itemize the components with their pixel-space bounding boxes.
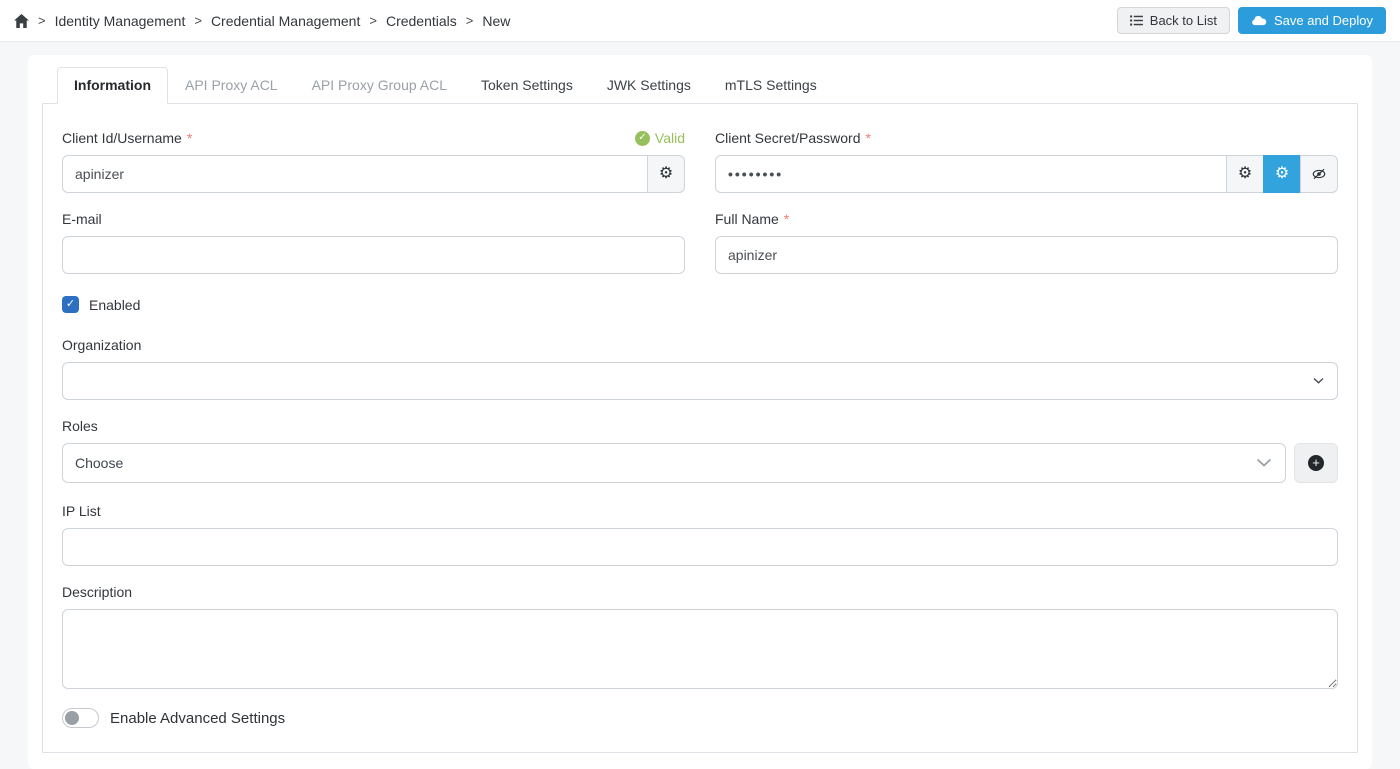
client-secret-input[interactable] <box>715 155 1227 193</box>
organization-label: Organization <box>62 337 142 353</box>
full-name-label: Full Name * <box>715 211 790 227</box>
back-to-list-button[interactable]: Back to List <box>1116 7 1230 34</box>
save-and-deploy-label: Save and Deploy <box>1273 13 1373 28</box>
generate-secret-active-button[interactable]: ⚙ <box>1263 155 1301 193</box>
tab-information[interactable]: Information <box>57 67 168 104</box>
list-icon <box>1129 15 1143 26</box>
tab-api-proxy-group-acl[interactable]: API Proxy Group ACL <box>295 67 464 104</box>
cloud-icon <box>1251 15 1267 26</box>
valid-status-label: Valid <box>654 130 685 146</box>
check-circle-icon: ✓ <box>634 130 650 146</box>
gear-icon: ⚙ <box>658 165 674 182</box>
chevron-down-icon <box>1313 377 1324 385</box>
client-secret-label: Client Secret/Password * <box>715 130 871 146</box>
description-label: Description <box>62 584 133 600</box>
information-tab-panel: Client Id/Username* ✓ Valid ⚙ Client Sec… <box>42 103 1358 753</box>
gear-icon: ⚙ <box>1237 165 1253 182</box>
enabled-checkbox[interactable]: ✓ <box>62 296 79 313</box>
roles-select-placeholder: Choose <box>75 455 124 471</box>
breadcrumb-separator: > <box>194 13 202 28</box>
organization-select[interactable] <box>62 362 1338 400</box>
enable-advanced-settings-label: Enable Advanced Settings <box>110 709 286 727</box>
ip-list-input[interactable] <box>62 528 1338 566</box>
client-id-input[interactable] <box>62 155 648 193</box>
save-and-deploy-button[interactable]: Save and Deploy <box>1237 7 1386 34</box>
breadcrumb-separator: > <box>369 13 377 28</box>
client-id-label: Client Id/Username * <box>62 130 193 146</box>
required-mark: * <box>186 130 193 146</box>
generate-secret-button[interactable]: ⚙ <box>1226 155 1264 193</box>
description-textarea[interactable] <box>62 609 1338 689</box>
breadcrumb-item-new: New <box>482 12 511 29</box>
required-mark: * <box>865 130 871 146</box>
breadcrumb-item-credentials[interactable]: Credentials <box>386 13 457 29</box>
roles-label: Roles <box>62 418 98 434</box>
generate-client-id-button[interactable]: ⚙ <box>647 155 685 193</box>
add-role-button[interactable]: + <box>1294 443 1338 483</box>
eye-slash-icon <box>1311 167 1327 181</box>
required-mark: * <box>783 211 790 227</box>
toggle-knob <box>65 711 79 725</box>
tab-token-settings[interactable]: Token Settings <box>464 67 590 104</box>
tab-jwk-settings[interactable]: JWK Settings <box>590 67 708 104</box>
gear-icon: ⚙ <box>1274 165 1290 182</box>
breadcrumb-separator: > <box>465 13 474 28</box>
topbar-actions: Back to List Save and Deploy <box>1116 7 1386 34</box>
ip-list-label: IP List <box>62 503 101 519</box>
tab-bar: Information API Proxy ACL API Proxy Grou… <box>42 67 1358 104</box>
full-name-input[interactable] <box>715 236 1338 274</box>
breadcrumb-item-identity-management[interactable]: Identity Management <box>55 13 186 29</box>
back-to-list-label: Back to List <box>1149 13 1217 28</box>
tab-api-proxy-acl[interactable]: API Proxy ACL <box>168 67 295 104</box>
topbar: > Identity Management > Credential Manag… <box>0 0 1400 42</box>
client-id-valid-status: ✓ Valid <box>634 130 685 146</box>
breadcrumb-item-credential-management[interactable]: Credential Management <box>211 13 360 29</box>
email-input[interactable] <box>62 236 685 274</box>
chevron-down-icon <box>1256 458 1272 468</box>
breadcrumb-separator: > <box>38 13 46 28</box>
content-card: Information API Proxy ACL API Proxy Grou… <box>28 55 1372 769</box>
tab-mtls-settings[interactable]: mTLS Settings <box>708 67 834 104</box>
roles-select[interactable]: Choose <box>62 443 1286 483</box>
home-icon[interactable] <box>14 13 29 28</box>
plus-icon: + <box>1308 455 1324 471</box>
email-label: E-mail <box>62 211 102 227</box>
enable-advanced-settings-toggle[interactable] <box>62 708 99 728</box>
toggle-secret-visibility-button[interactable] <box>1300 155 1338 193</box>
breadcrumb: > Identity Management > Credential Manag… <box>14 13 510 29</box>
enabled-label: Enabled <box>89 296 141 313</box>
